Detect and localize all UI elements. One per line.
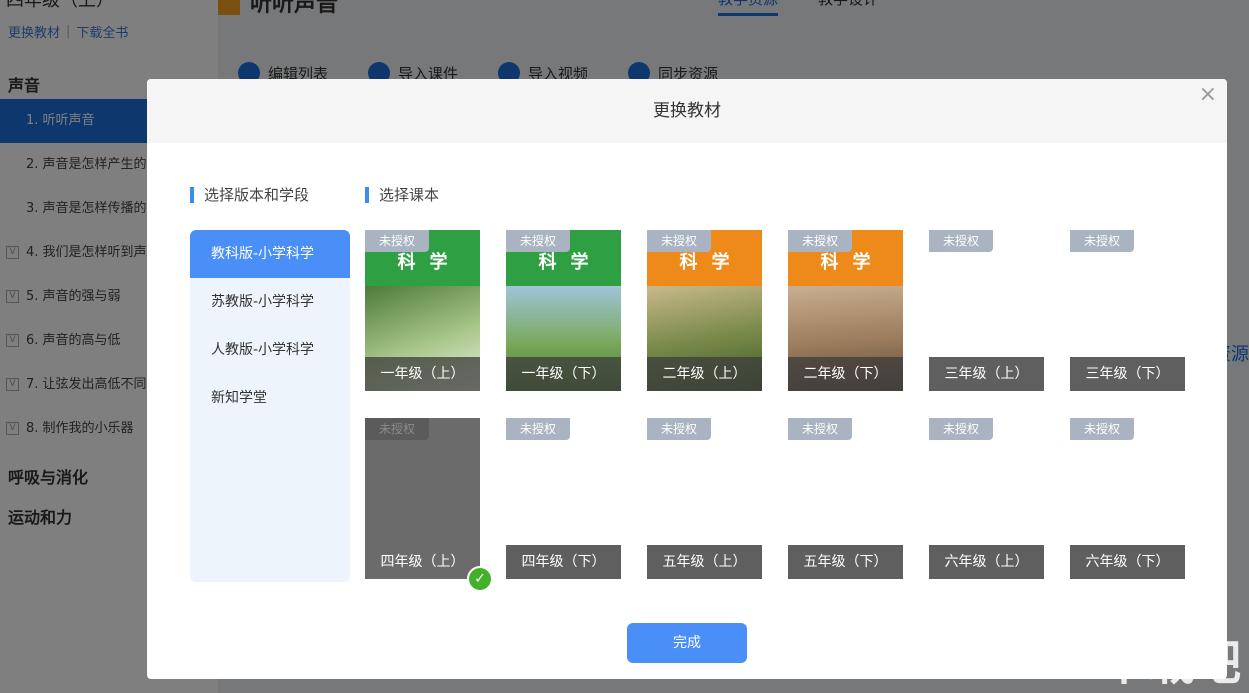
unauthorized-badge: 未授权	[647, 230, 711, 252]
textbook-card[interactable]: 未授权五年级（下）	[788, 418, 903, 579]
unauthorized-badge: 未授权	[1070, 418, 1134, 440]
book-grade-label: 五年级（上）	[647, 545, 762, 579]
edition-item[interactable]: 苏教版-小学科学	[190, 278, 350, 326]
edition-item[interactable]: 人教版-小学科学	[190, 326, 350, 374]
book-grade-label: 一年级（上）	[365, 357, 480, 391]
textbook-card[interactable]: 科学 未授权 一年级（上）	[365, 230, 480, 391]
textbook-card[interactable]: 未授权六年级（上）	[929, 418, 1044, 579]
unauthorized-badge: 未授权	[929, 230, 993, 252]
book-grade-label: 三年级（上）	[929, 357, 1044, 391]
textbook-card[interactable]: 未授权三年级（下）	[1070, 230, 1185, 391]
book-grade-label: 六年级（下）	[1070, 545, 1185, 579]
book-grade-label: 三年级（下）	[1070, 357, 1185, 391]
textbook-card[interactable]: 未授权四年级（下）	[506, 418, 621, 579]
book-grade-label: 六年级（上）	[929, 545, 1044, 579]
unauthorized-badge: 未授权	[365, 418, 429, 440]
close-icon[interactable]: ×	[1199, 84, 1217, 106]
unauthorized-badge: 未授权	[506, 230, 570, 252]
unauthorized-badge: 未授权	[929, 418, 993, 440]
edition-list: 教科版-小学科学 苏教版-小学科学 人教版-小学科学 新知学堂	[190, 230, 350, 582]
unauthorized-badge: 未授权	[365, 230, 429, 252]
textbook-card[interactable]: 未授权六年级（下）	[1070, 418, 1185, 579]
textbook-card[interactable]: 未授权五年级（上）	[647, 418, 762, 579]
unauthorized-badge: 未授权	[506, 418, 570, 440]
textbook-card[interactable]: 科学 未授权 二年级（上）	[647, 230, 762, 391]
dialog-title: 更换教材	[147, 79, 1227, 143]
done-button[interactable]: 完成	[627, 623, 747, 663]
edition-item[interactable]: 教科版-小学科学	[190, 230, 350, 278]
unauthorized-badge: 未授权	[647, 418, 711, 440]
unauthorized-badge: 未授权	[788, 418, 852, 440]
book-grade-label: 四年级（下）	[506, 545, 621, 579]
textbook-card[interactable]: 未授权三年级（上）	[929, 230, 1044, 391]
book-grade-label: 四年级（上）	[380, 554, 465, 570]
textbook-card[interactable]: 科学 未授权 一年级（下）	[506, 230, 621, 391]
book-grade-label: 二年级（下）	[788, 357, 903, 391]
book-grade-label: 二年级（上）	[647, 357, 762, 391]
section-title-edition: 选择版本和学段	[190, 186, 309, 204]
change-textbook-dialog: 更换教材 × 选择版本和学段 选择课本 教科版-小学科学 苏教版-小学科学 人教…	[147, 79, 1227, 679]
unauthorized-badge: 未授权	[1070, 230, 1134, 252]
textbook-card[interactable]: 科学 未授权 二年级（下）	[788, 230, 903, 391]
watermark-logo: 下载吧	[1100, 635, 1241, 691]
book-grade-label: 五年级（下）	[788, 545, 903, 579]
textbook-card[interactable]: 未授权四年级（上） ✓	[365, 418, 493, 592]
selected-check-icon: ✓	[467, 566, 493, 592]
book-grade-label: 一年级（下）	[506, 357, 621, 391]
unauthorized-badge: 未授权	[788, 230, 852, 252]
section-title-book: 选择课本	[365, 186, 439, 204]
edition-item[interactable]: 新知学堂	[190, 374, 350, 422]
